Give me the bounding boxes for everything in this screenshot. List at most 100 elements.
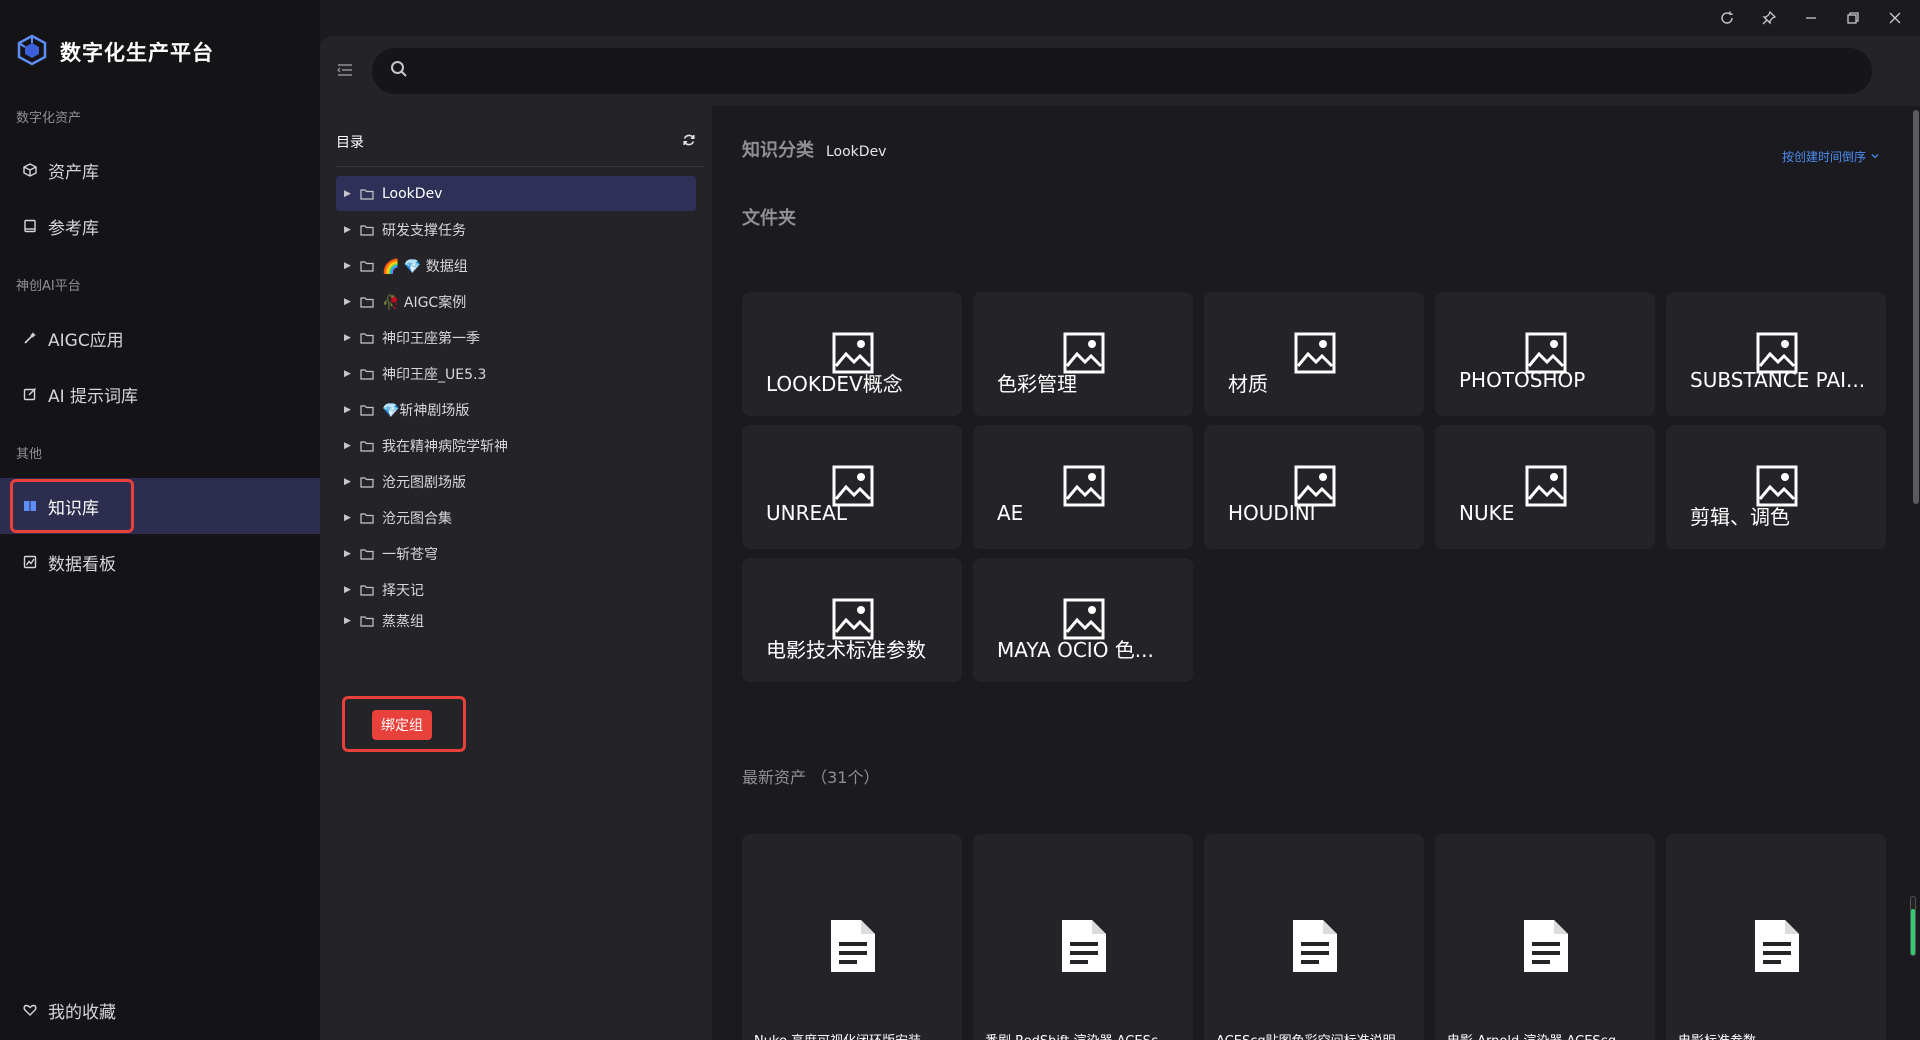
tree-item[interactable]: ▶ LookDev bbox=[336, 176, 696, 211]
folder-card[interactable]: 材质 bbox=[1204, 292, 1424, 416]
folder-card[interactable]: HOUDINI bbox=[1204, 425, 1424, 549]
sidebar-item-assets[interactable]: 资产库 bbox=[0, 142, 320, 198]
nav-section-title: 神创AI平台 bbox=[16, 279, 81, 294]
tree-item-label: 研发支撑任务 bbox=[382, 222, 466, 239]
folder-icon bbox=[360, 584, 374, 596]
sidebar-item-label: AIGC应用 bbox=[48, 330, 124, 351]
folder-card[interactable]: UNREAL bbox=[742, 425, 962, 549]
folder-card[interactable]: NUKE bbox=[1435, 425, 1655, 549]
pin-icon[interactable] bbox=[1758, 7, 1780, 29]
folder-icon bbox=[360, 404, 374, 416]
folder-icon bbox=[360, 296, 374, 308]
tree-item[interactable]: ▶ 一斩苍穹 bbox=[336, 536, 696, 571]
caret-right-icon[interactable]: ▶ bbox=[344, 225, 352, 235]
folder-name: PHOTOSHOP bbox=[1459, 368, 1586, 392]
sidebar-item-label: 资产库 bbox=[48, 162, 99, 183]
asset-card[interactable]: Nuke 高度可视化闭环版安装 bbox=[742, 834, 962, 1040]
folder-icon bbox=[360, 260, 374, 272]
scroll-thumb[interactable] bbox=[1913, 110, 1919, 504]
restore-icon[interactable] bbox=[1842, 7, 1864, 29]
caret-right-icon[interactable]: ▶ bbox=[344, 369, 352, 379]
minimize-icon[interactable] bbox=[1800, 7, 1822, 29]
folder-card[interactable]: 剪辑、调色 bbox=[1666, 425, 1886, 549]
folder-card[interactable]: PHOTOSHOP bbox=[1435, 292, 1655, 416]
caret-right-icon[interactable]: ▶ bbox=[344, 477, 352, 487]
caret-right-icon[interactable]: ▶ bbox=[344, 513, 352, 523]
folder-card[interactable]: 色彩管理 bbox=[973, 292, 1193, 416]
caret-right-icon[interactable]: ▶ bbox=[344, 549, 352, 559]
sidebar-item-label: 知识库 bbox=[48, 498, 99, 519]
asset-card[interactable]: 电影 Arnold 渲染器 ACEScg bbox=[1435, 834, 1655, 1040]
asset-name: ACEScg贴图色彩空间标准说明 bbox=[1216, 1030, 1416, 1040]
tree-item-label: 🌈 💎 数据组 bbox=[382, 258, 468, 275]
tree-item[interactable]: ▶ 我在精神病院学斩神 bbox=[336, 428, 696, 463]
assets-title: 最新资产 （31个） bbox=[742, 768, 880, 787]
document-icon bbox=[827, 918, 877, 974]
asset-card[interactable]: 番剧 RedShift 渲染器 ACESc bbox=[973, 834, 1193, 1040]
collapse-menu-icon[interactable] bbox=[336, 61, 356, 81]
sidebar-item-knowledge[interactable]: 知识库 bbox=[0, 478, 320, 534]
folder-icon bbox=[360, 368, 374, 380]
tree-item[interactable]: ▶ 蒸蒸组 bbox=[336, 608, 696, 634]
tree-item[interactable]: ▶ 神印王座_UE5.3 bbox=[336, 356, 696, 391]
folder-icon bbox=[360, 512, 374, 524]
sidebar-item-references[interactable]: 参考库 bbox=[0, 198, 320, 254]
sidebar-item-prompts[interactable]: AI 提示词库 bbox=[0, 366, 320, 422]
document-icon bbox=[1289, 918, 1339, 974]
asset-card[interactable]: 电影标准参数 bbox=[1666, 834, 1886, 1040]
content-panel: 知识分类 LookDev 按创建时间倒序 文件夹 LOOKDEV概念 色彩管理 材质… bbox=[712, 106, 1920, 1040]
caret-right-icon[interactable]: ▶ bbox=[344, 333, 352, 343]
tree-item-label: 我在精神病院学斩神 bbox=[382, 438, 508, 455]
directory-panel: 目录 ▶ LookDev ▶ 研发支撑任务 ▶ 🌈 💎 数据组 ▶ 🥀 AIGC案例 ▶ 神印王座… bbox=[320, 106, 712, 1040]
app-window: 数字化生产平台 数字化资产 资产库 参考库 神创AI平台 AIGC应用 AI 提… bbox=[0, 0, 1920, 1040]
document-icon bbox=[1058, 918, 1108, 974]
folder-card[interactable]: LOOKDEV概念 bbox=[742, 292, 962, 416]
tree-item[interactable]: ▶ 💎斩神剧场版 bbox=[336, 392, 696, 427]
folders-title: 文件夹 bbox=[742, 208, 796, 229]
sort-dropdown[interactable]: 按创建时间倒序 bbox=[1782, 148, 1880, 165]
caret-right-icon[interactable]: ▶ bbox=[344, 261, 352, 271]
caret-right-icon[interactable]: ▶ bbox=[344, 297, 352, 307]
asset-card[interactable]: ACEScg贴图色彩空间标准说明 bbox=[1204, 834, 1424, 1040]
tree-item[interactable]: ▶ 研发支撑任务 bbox=[336, 212, 696, 247]
folder-card[interactable]: 电影技术标准参数 bbox=[742, 558, 962, 682]
folder-card[interactable]: MAYA OCIO 色... bbox=[973, 558, 1193, 682]
folder-card[interactable]: SUBSTANCE PAI... bbox=[1666, 292, 1886, 416]
asset-name: Nuke 高度可视化闭环版安装 bbox=[754, 1030, 954, 1040]
sidebar-item-dashboard[interactable]: 数据看板 bbox=[0, 534, 320, 590]
close-icon[interactable] bbox=[1884, 7, 1906, 29]
title-bar bbox=[0, 0, 1920, 36]
folder-icon bbox=[360, 476, 374, 488]
bind-group-button[interactable]: 绑定组 bbox=[372, 710, 432, 740]
caret-right-icon[interactable]: ▶ bbox=[344, 405, 352, 415]
sidebar-item-favorites[interactable]: 我的收藏 bbox=[0, 982, 320, 1038]
progress-fill bbox=[1911, 908, 1915, 955]
sidebar: 数字化生产平台 数字化资产 资产库 参考库 神创AI平台 AIGC应用 AI 提… bbox=[0, 0, 320, 1040]
progress-indicator bbox=[1910, 896, 1916, 956]
refresh-icon[interactable] bbox=[1716, 7, 1738, 29]
tree-item[interactable]: ▶ 沧元图合集 bbox=[336, 500, 696, 535]
tree-item[interactable]: ▶ 🥀 AIGC案例 bbox=[336, 284, 696, 319]
folder-card[interactable]: AE bbox=[973, 425, 1193, 549]
search-bar[interactable] bbox=[372, 48, 1872, 94]
tree-item-label: 择天记 bbox=[382, 582, 424, 599]
tree-item-label: 沧元图合集 bbox=[382, 510, 452, 527]
asset-name: 电影标准参数 bbox=[1678, 1030, 1878, 1040]
caret-right-icon[interactable]: ▶ bbox=[344, 441, 352, 451]
tree-item[interactable]: ▶ 神印王座第一季 bbox=[336, 320, 696, 355]
crumb-label: 知识分类 bbox=[742, 140, 814, 161]
tree-item[interactable]: ▶ 择天记 bbox=[336, 572, 696, 607]
tree-item[interactable]: ▶ 🌈 💎 数据组 bbox=[336, 248, 696, 283]
tree-item[interactable]: ▶ 沧元图剧场版 bbox=[336, 464, 696, 499]
sidebar-item-aigc[interactable]: AIGC应用 bbox=[0, 310, 320, 366]
caret-right-icon[interactable]: ▶ bbox=[344, 616, 352, 626]
search-input[interactable] bbox=[420, 62, 1872, 80]
nav-section-title: 数字化资产 bbox=[16, 111, 82, 126]
folder-name: 色彩管理 bbox=[997, 372, 1077, 396]
folder-icon bbox=[360, 224, 374, 236]
refresh-tree-icon[interactable] bbox=[682, 133, 696, 151]
nav-section-title: 其他 bbox=[16, 447, 43, 462]
brand-title: 数字化生产平台 bbox=[60, 41, 214, 65]
caret-right-icon[interactable]: ▶ bbox=[344, 189, 352, 199]
caret-right-icon[interactable]: ▶ bbox=[344, 585, 352, 595]
